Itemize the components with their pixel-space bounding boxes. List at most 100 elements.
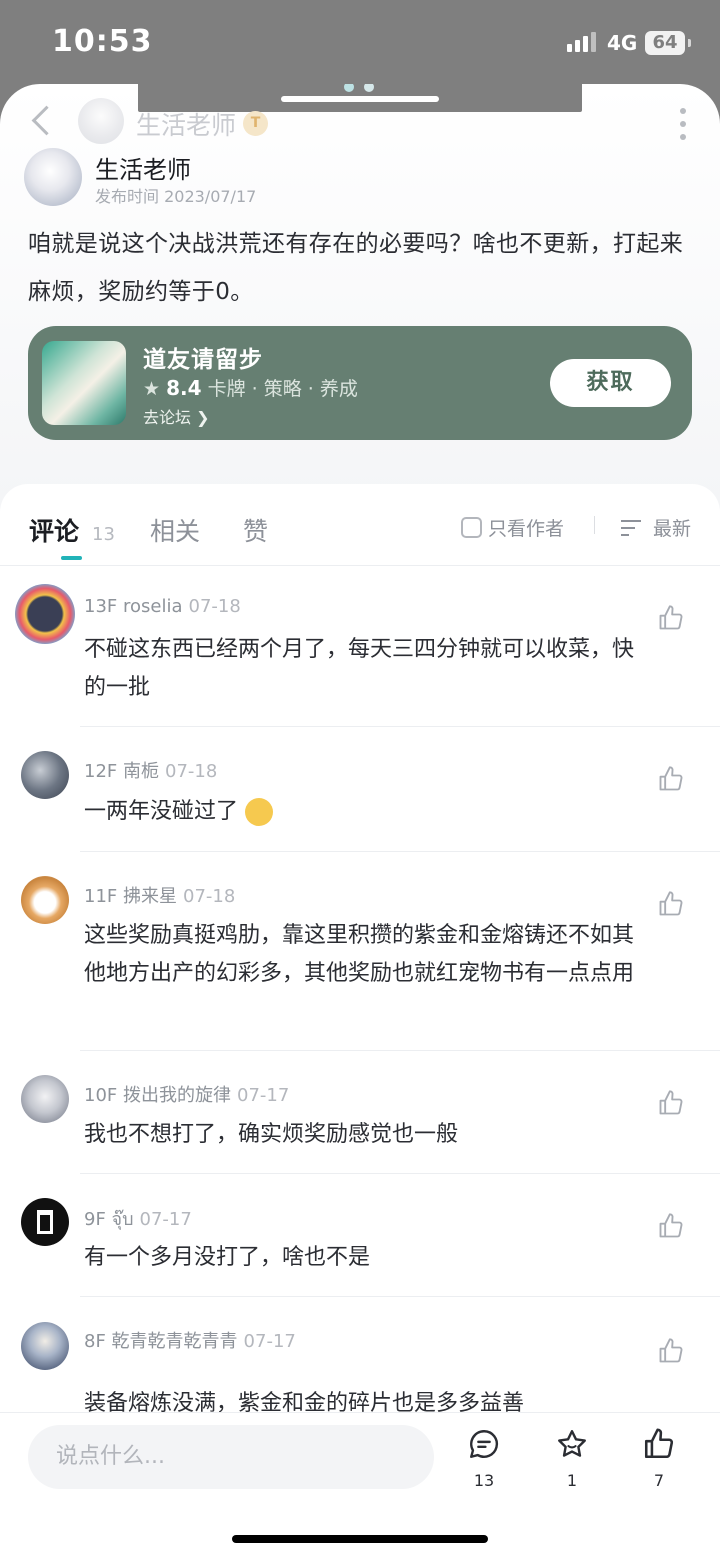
floor-number: 11F — [84, 886, 118, 907]
thumbs-up-icon[interactable] — [657, 765, 685, 793]
comment-button[interactable]: 13 — [454, 1427, 514, 1490]
star-icon — [558, 1430, 586, 1457]
comment-text: 一两年没碰过了 — [84, 799, 239, 824]
thumbs-up-icon[interactable] — [657, 1212, 685, 1240]
checkbox-icon — [461, 517, 482, 538]
comment-user[interactable]: 拂来星 — [123, 886, 177, 907]
comment-divider — [80, 1296, 720, 1297]
comment-meta: 11F 拂来星 07-18 — [84, 882, 235, 908]
sort-label: 最新 — [653, 518, 692, 540]
user-avatar[interactable] — [21, 1075, 69, 1123]
game-icon — [42, 341, 126, 425]
header-username: 生活老师 — [136, 111, 237, 140]
header-avatar — [78, 98, 124, 144]
forum-link[interactable]: 去论坛 ❯ — [143, 404, 210, 428]
thumbs-up-icon[interactable] — [657, 604, 685, 632]
only-author-toggle[interactable]: 只看作者 — [461, 514, 564, 541]
game-tags: 卡牌 · 策略 · 养成 — [207, 378, 358, 400]
comment-user[interactable]: 南栀 — [123, 761, 159, 782]
status-time: 10:53 — [52, 24, 153, 59]
tab-related[interactable]: 相关 — [150, 512, 200, 548]
back-icon[interactable] — [28, 104, 56, 140]
comment-date: 07-18 — [183, 886, 236, 907]
favorite-count: 1 — [566, 1471, 578, 1490]
user-avatar[interactable] — [21, 876, 69, 924]
network-type: 4G — [607, 31, 638, 55]
user-avatar[interactable] — [15, 584, 75, 644]
chevron-right-icon: ❯ — [196, 408, 210, 427]
floor-number: 13F — [84, 596, 118, 617]
comment-divider — [80, 851, 720, 852]
get-button[interactable]: 获取 — [550, 359, 671, 407]
comment-date: 07-17 — [237, 1085, 290, 1106]
star-icon: ★ — [143, 378, 161, 400]
game-meta: ★ 8.4 卡牌 · 策略 · 养成 — [143, 374, 358, 401]
comment-text: 有一个多月没打了，啥也不是 — [84, 1245, 371, 1270]
battery-icon: 64 — [645, 31, 691, 55]
comment-divider — [80, 726, 720, 727]
comment-user[interactable]: roselia — [123, 596, 183, 617]
author-avatar[interactable] — [24, 148, 82, 206]
comment-text: 这些奖励真挺鸡肋，靠这里积攒的紫金和金熔铸还不如其他地方出产的幻彩多，其他奖励也… — [84, 923, 635, 986]
comments-panel: 评论 13 相关 赞 只看作者 最新 13F roselia 07-18 不碰这东… — [0, 484, 720, 1558]
like-count: 7 — [653, 1471, 665, 1490]
sort-icon — [621, 519, 643, 537]
drag-handle[interactable] — [281, 96, 439, 102]
tab-comments[interactable]: 评论 — [29, 512, 79, 548]
tab-underline — [61, 556, 82, 560]
floor-number: 12F — [84, 761, 118, 782]
divider — [594, 516, 595, 534]
level-badge: T — [243, 111, 268, 136]
tab-bar: 评论 13 相关 赞 只看作者 最新 — [0, 484, 720, 566]
comment-date: 07-18 — [165, 761, 218, 782]
signal-icon — [567, 32, 596, 52]
floor-number: 10F — [84, 1085, 118, 1106]
bottom-bar: 说点什么... 13 1 7 — [0, 1412, 720, 1558]
tab-likes[interactable]: 赞 — [243, 512, 268, 548]
comment-date: 07-18 — [188, 596, 241, 617]
post-content: 咱就是说这个决战洪荒还有存在的必要吗？啥也不更新，打起来麻烦，奖励约等于0。 — [28, 231, 684, 305]
comment-input[interactable]: 说点什么... — [28, 1425, 434, 1489]
comment-user[interactable]: 拨出我的旋律 — [123, 1085, 231, 1106]
thumbs-up-icon[interactable] — [657, 1089, 685, 1117]
comment-user[interactable]: จุ๊บ — [112, 1209, 134, 1230]
comment-icon — [470, 1430, 499, 1458]
game-rating: 8.4 — [166, 376, 202, 400]
game-title: 道友请留步 — [143, 347, 263, 373]
emoji-icon — [245, 798, 274, 826]
user-avatar[interactable] — [21, 751, 69, 799]
thumbs-up-icon — [644, 1428, 674, 1459]
thumbs-up-icon[interactable] — [657, 1337, 685, 1365]
home-indicator[interactable] — [232, 1535, 488, 1543]
user-avatar[interactable] — [21, 1322, 69, 1370]
comments-count: 13 — [92, 524, 115, 545]
comment-date: 07-17 — [243, 1331, 296, 1352]
comment-meta: 8F 乾青乾青乾青青 07-17 — [84, 1327, 296, 1353]
favorite-button[interactable]: 1 — [542, 1427, 602, 1490]
status-bar: 10:53 4G 64 — [0, 0, 720, 88]
publish-time: 发布时间 2023/07/17 — [95, 187, 257, 206]
comment-meta: 10F 拨出我的旋律 07-17 — [84, 1081, 289, 1107]
comment-text: 我也不想打了，确实烦奖励感觉也一般 — [84, 1122, 459, 1147]
author-name[interactable]: 生活老师 — [95, 150, 191, 185]
comment-count: 13 — [473, 1471, 495, 1490]
forum-link-label: 去论坛 — [143, 408, 192, 427]
only-author-label: 只看作者 — [488, 518, 565, 540]
more-icon[interactable] — [680, 108, 686, 140]
comment-meta: 9F จุ๊บ 07-17 — [84, 1204, 192, 1233]
user-avatar[interactable] — [21, 1198, 69, 1246]
comment-meta: 13F roselia 07-18 — [84, 596, 241, 617]
sort-button[interactable]: 最新 — [621, 514, 691, 541]
comment-divider — [80, 1050, 720, 1051]
comment-user[interactable]: 乾青乾青乾青青 — [112, 1331, 238, 1352]
page-dots — [344, 84, 374, 92]
avatar-logo-icon — [37, 1210, 53, 1234]
floor-number: 9F — [84, 1209, 106, 1230]
comment-divider — [80, 1173, 720, 1174]
comment-text: 不碰这东西已经两个月了，每天三四分钟就可以收菜，快的一批 — [84, 637, 635, 700]
thumbs-up-icon[interactable] — [657, 890, 685, 918]
comment-date: 07-17 — [139, 1209, 192, 1230]
like-button[interactable]: 7 — [629, 1427, 689, 1490]
game-card[interactable]: 道友请留步 ★ 8.4 卡牌 · 策略 · 养成 去论坛 ❯ 获取 — [28, 326, 692, 440]
comment-meta: 12F 南栀 07-18 — [84, 757, 217, 783]
